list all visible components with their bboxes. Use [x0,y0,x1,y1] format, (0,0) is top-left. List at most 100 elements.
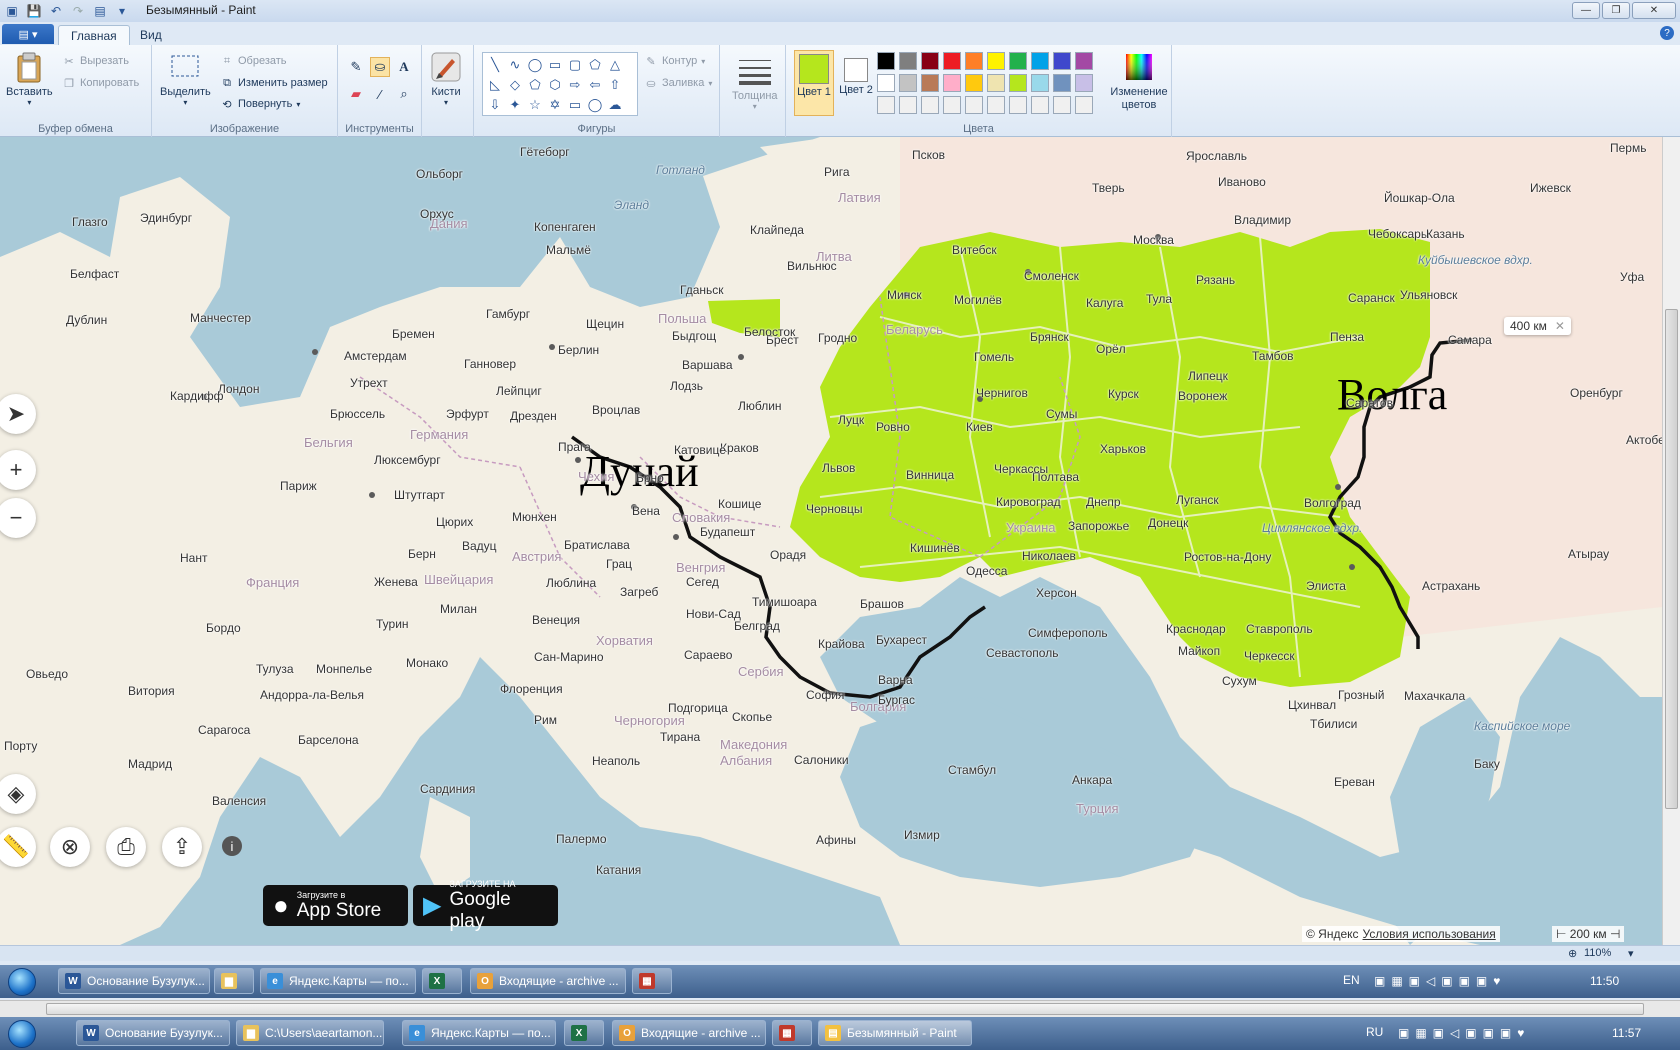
palette-swatch[interactable] [965,52,983,70]
four-point-star-shape-icon[interactable]: ✦ [505,95,525,115]
palette-swatch[interactable] [899,96,917,114]
taskbar-item-app[interactable]: ▦ [632,968,672,994]
vertical-scroll-thumb[interactable] [1665,309,1678,809]
language-indicator[interactable]: RU [1366,1025,1383,1039]
start-button[interactable] [2,1017,42,1050]
curve-shape-icon[interactable]: ∿ [505,55,525,75]
palette-swatch[interactable] [987,74,1005,92]
down-arrow-shape-icon[interactable]: ⇩ [485,95,505,115]
size-button[interactable]: Толщина ▾ [732,55,778,111]
binoculars-icon[interactable]: ⊗ [50,827,90,867]
palette-swatch[interactable] [1031,74,1049,92]
crop-button[interactable]: ⌗ Обрезать [220,54,287,68]
help-icon[interactable]: ? [1660,26,1674,40]
tab-view[interactable]: Вид [128,25,174,45]
maximize-button[interactable]: ❐ [1602,2,1630,19]
palette-swatch[interactable] [943,52,961,70]
palette-swatch[interactable] [1053,96,1071,114]
vertical-scrollbar[interactable] [1662,137,1680,945]
color1-button[interactable]: Цвет 1 [794,50,834,116]
rect-callout-shape-icon[interactable]: ▭ [565,95,585,115]
oval-callout-shape-icon[interactable]: ◯ [585,95,605,115]
palette-swatch[interactable] [1009,74,1027,92]
taskbar-item-ie[interactable]: e Яндекс.Карты — по... [260,968,416,994]
palette-swatch[interactable] [1031,96,1049,114]
paint-app-icon[interactable]: ▣ [4,3,20,19]
taskbar-item-explorer[interactable]: ▆ [214,968,254,994]
close-icon[interactable]: ✕ [1555,319,1565,333]
palette-swatch[interactable] [943,96,961,114]
line-shape-icon[interactable]: ╲ [485,55,505,75]
resize-button[interactable]: ⧉ Изменить размер [220,76,328,90]
palette-swatch[interactable] [987,52,1005,70]
oval-shape-icon[interactable]: ◯ [525,55,545,75]
save-icon[interactable]: 💾 [26,3,42,19]
copy-button[interactable]: ❐ Копировать [62,76,139,90]
taskbar-item-excel[interactable]: X [564,1020,604,1046]
palette-swatch[interactable] [1075,74,1093,92]
palette-swatch[interactable] [899,74,917,92]
taskbar-item-ie[interactable]: e Яндекс.Карты — по... [402,1020,556,1046]
text-tool-icon[interactable]: A [394,57,414,77]
palette-swatch[interactable] [1053,74,1071,92]
language-indicator[interactable]: EN [1343,973,1360,987]
palette-swatch[interactable] [943,74,961,92]
color2-button[interactable]: Цвет 2 [836,50,876,116]
fill-bucket-icon[interactable]: ⛀ [370,57,390,77]
taskbar-item-outlook[interactable]: O Входящие - archive ... [470,968,626,994]
print-icon[interactable]: ⎙ [106,827,146,867]
clock[interactable]: 11:50 [1590,974,1619,988]
share-icon[interactable]: ⇪ [162,827,202,867]
cut-button[interactable]: ✂ Вырезать [62,54,129,68]
rotate-button[interactable]: ⟲ Повернуть ▾ [220,97,300,111]
palette-swatch[interactable] [877,74,895,92]
taskbar-item-explorer[interactable]: ▆ C:\Users\aeartamon... [236,1020,384,1046]
select-button[interactable]: Выделить ▾ [160,51,211,107]
palette-swatch[interactable] [921,96,939,114]
hexagon-shape-icon[interactable]: ⬡ [545,75,565,95]
pentagon-shape-icon[interactable]: ⬠ [525,75,545,95]
edit-colors-button[interactable]: Изменение цветов [1108,51,1170,112]
horizontal-scrollbar[interactable] [0,1000,1680,1017]
tab-home[interactable]: Главная [58,25,130,45]
file-menu-button[interactable]: ▤ ▾ [2,24,54,44]
properties-icon[interactable]: ▤ [92,3,108,19]
eraser-icon[interactable]: ▰ [346,84,366,104]
six-point-star-shape-icon[interactable]: ✡ [545,95,565,115]
palette-swatch[interactable] [899,52,917,70]
brushes-button[interactable]: Кисти ▾ [430,51,462,107]
outline-button[interactable]: ✎ Контур ▾ [644,54,705,68]
diamond-shape-icon[interactable]: ◇ [505,75,525,95]
pencil-icon[interactable]: ✎ [346,57,366,77]
taskbar-item-outlook[interactable]: O Входящие - archive ... [612,1020,766,1046]
palette-swatch[interactable] [1009,96,1027,114]
five-point-star-shape-icon[interactable]: ☆ [525,95,545,115]
palette-swatch[interactable] [877,52,895,70]
terms-link[interactable]: Условия использования [1363,927,1496,941]
redo-icon[interactable]: ↷ [70,3,86,19]
taskbar-item-app[interactable]: ▦ [772,1020,812,1046]
info-icon[interactable]: i [222,836,242,856]
palette-swatch[interactable] [877,96,895,114]
palette-swatch[interactable] [987,96,1005,114]
palette-swatch[interactable] [965,96,983,114]
undo-icon[interactable]: ↶ [48,3,64,19]
horizontal-scroll-thumb[interactable] [46,1003,1644,1015]
cloud-callout-shape-icon[interactable]: ☁ [605,95,625,115]
zoom-dropdown-icon[interactable]: ▾ [1628,947,1634,960]
palette-swatch[interactable] [965,74,983,92]
left-arrow-shape-icon[interactable]: ⇦ [585,75,605,95]
palette-swatch[interactable] [921,74,939,92]
paint-canvas[interactable]: Дунай Волга Псков Рига Латвия Москва Ярослав… [0,137,1680,945]
right-arrow-shape-icon[interactable]: ⇨ [565,75,585,95]
polygon-shape-icon[interactable]: ⬠ [585,55,605,75]
fill-button[interactable]: ⛀ Заливка ▾ [644,76,712,90]
right-triangle-shape-icon[interactable]: ◺ [485,75,505,95]
triangle-shape-icon[interactable]: △ [605,55,625,75]
color-picker-icon[interactable]: ⁄ [370,84,390,104]
palette-swatch[interactable] [1075,52,1093,70]
close-button[interactable]: ✕ [1632,2,1676,19]
up-arrow-shape-icon[interactable]: ⇧ [605,75,625,95]
palette-swatch[interactable] [921,52,939,70]
taskbar-item-excel[interactable]: X [422,968,462,994]
